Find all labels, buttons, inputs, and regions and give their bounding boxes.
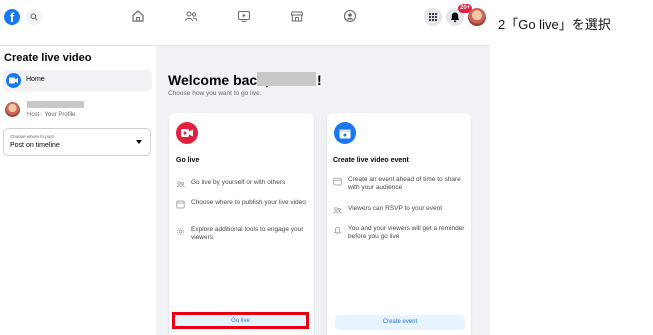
bell-icon	[333, 226, 342, 235]
feature-text: Go live by yourself or with others	[191, 179, 286, 186]
instruction-annotation: 2「Go live」を選択	[498, 17, 611, 32]
go-live-title: Go live	[176, 157, 200, 164]
feature-text: Choose where to publish your live video	[191, 199, 306, 206]
welcome-exclamation: !	[317, 72, 322, 88]
home-nav-icon[interactable]	[131, 9, 147, 25]
feature-text: Create an event ahead of time to share w…	[348, 176, 461, 191]
chevron-down-icon	[136, 140, 142, 144]
groups-nav-icon[interactable]	[343, 9, 359, 25]
host-label: Host · Your Profile	[27, 112, 76, 118]
sidebar-item-label: Home	[26, 76, 45, 83]
welcome-heading: Welcome back,	[168, 72, 269, 88]
create-event-card[interactable]: Create live video event Create an event …	[327, 113, 471, 335]
friends-nav-icon[interactable]	[184, 9, 200, 25]
gear-icon	[176, 227, 185, 236]
people-icon	[176, 180, 185, 189]
sidebar-title: Create live video	[4, 52, 92, 64]
feature-text: Explore additional tools to engage your …	[191, 226, 304, 241]
facebook-logo-icon[interactable]: f	[4, 9, 20, 25]
post-destination-select[interactable]: Choose where to post Post on timeline	[3, 128, 151, 156]
feature-text: You and your viewers will get a reminder…	[348, 225, 465, 240]
live-video-icon	[6, 73, 21, 88]
people-icon	[333, 206, 342, 215]
page-icon	[176, 200, 185, 209]
feature-item: Explore additional tools to engage your …	[176, 226, 313, 242]
menu-grid-icon[interactable]	[424, 8, 442, 26]
select-value: Post on timeline	[10, 142, 60, 149]
live-camera-icon	[176, 122, 198, 144]
go-live-highlight-box	[172, 312, 309, 329]
redacted-user-name	[257, 72, 316, 86]
search-icon[interactable]	[26, 9, 42, 25]
go-live-card[interactable]: Go live Go live by yourself or with othe…	[169, 113, 314, 335]
feature-item: Create an event ahead of time to share w…	[333, 176, 470, 192]
watch-nav-icon[interactable]	[237, 9, 253, 25]
feature-item: You and your viewers will get a reminder…	[333, 225, 470, 241]
feature-item: Choose where to publish your live video	[176, 199, 313, 209]
select-caption: Choose where to post	[10, 134, 54, 139]
welcome-subtitle: Choose how you want to go live.	[168, 90, 262, 97]
create-event-title: Create live video event	[333, 157, 409, 164]
calendar-small-icon	[333, 177, 342, 186]
create-event-button[interactable]: Create event	[335, 315, 465, 330]
feature-item: Viewers can RSVP to your event	[333, 205, 470, 215]
sidebar: Create live video Home Host · Your Profi…	[0, 46, 156, 335]
calendar-icon	[334, 122, 356, 144]
sidebar-item-home[interactable]: Home	[3, 70, 152, 91]
redacted-host-name	[27, 101, 84, 108]
marketplace-nav-icon[interactable]	[290, 9, 306, 25]
account-avatar[interactable]	[468, 8, 486, 26]
feature-text: Viewers can RSVP to your event	[348, 205, 443, 212]
host-avatar	[5, 102, 20, 117]
main-content: Welcome back, ! Choose how you want to g…	[156, 46, 490, 335]
feature-item: Go live by yourself or with others	[176, 179, 313, 189]
top-navigation-bar: f 20+	[0, 0, 490, 46]
